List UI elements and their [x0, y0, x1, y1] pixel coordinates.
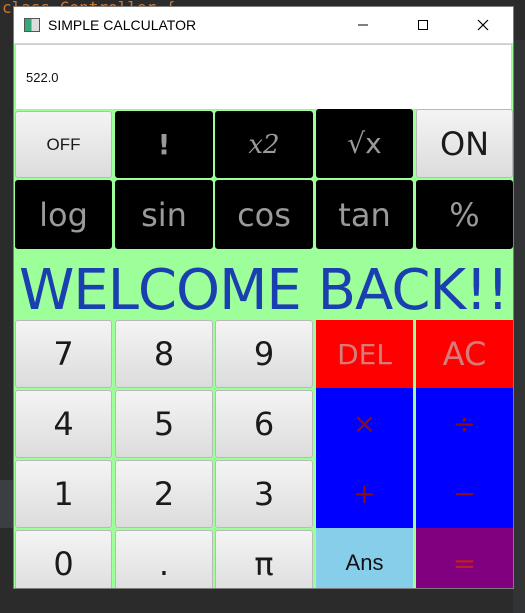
on-button[interactable]: ON — [416, 109, 513, 178]
close-icon — [477, 19, 489, 31]
minimize-button[interactable] — [333, 7, 393, 43]
display-field[interactable]: 522.0 — [15, 44, 512, 110]
app-icon — [24, 18, 40, 32]
calculator-window: SIMPLE CALCULATOR 522.0 OFF ! x2 √x ON l… — [14, 7, 513, 588]
factorial-button[interactable]: ! — [115, 111, 213, 178]
three-button[interactable]: 3 — [215, 460, 313, 528]
pi-button[interactable]: π — [215, 530, 313, 588]
sin-button[interactable]: sin — [115, 180, 213, 249]
close-button[interactable] — [453, 7, 513, 43]
multiply-button[interactable]: × — [316, 388, 413, 458]
one-button[interactable]: 1 — [15, 460, 112, 528]
plus-button[interactable]: + — [316, 458, 413, 528]
tan-button[interactable]: tan — [316, 180, 413, 249]
eight-button[interactable]: 8 — [115, 320, 213, 388]
sqrt-button[interactable]: √x — [316, 109, 413, 178]
maximize-button[interactable] — [393, 7, 453, 43]
five-button[interactable]: 5 — [115, 390, 213, 458]
divide-button[interactable]: ÷ — [416, 388, 513, 458]
seven-button[interactable]: 7 — [15, 320, 112, 388]
zero-button[interactable]: 0 — [15, 530, 112, 588]
four-button[interactable]: 4 — [15, 390, 112, 458]
off-button[interactable]: OFF — [15, 111, 112, 178]
percent-button[interactable]: % — [416, 180, 513, 249]
minus-button[interactable]: − — [416, 458, 513, 528]
display-value: 522.0 — [26, 69, 59, 85]
square-button[interactable]: x2 — [215, 111, 313, 178]
title-bar[interactable]: SIMPLE CALCULATOR — [14, 7, 513, 43]
six-button[interactable]: 6 — [215, 390, 313, 458]
log-button[interactable]: log — [15, 180, 112, 249]
welcome-banner: WELCOME BACK!! — [18, 257, 509, 323]
minimize-icon — [358, 24, 368, 26]
delete-button[interactable]: DEL — [316, 320, 413, 388]
window-title: SIMPLE CALCULATOR — [48, 17, 197, 33]
ans-button[interactable]: Ans — [316, 528, 413, 588]
decimal-point-button[interactable]: . — [115, 530, 213, 588]
two-button[interactable]: 2 — [115, 460, 213, 528]
equals-button[interactable]: = — [416, 528, 513, 588]
maximize-icon — [418, 20, 428, 30]
all-clear-button[interactable]: AC — [416, 320, 513, 388]
cos-button[interactable]: cos — [215, 180, 313, 249]
ide-right-gutter — [513, 40, 525, 613]
nine-button[interactable]: 9 — [215, 320, 313, 388]
